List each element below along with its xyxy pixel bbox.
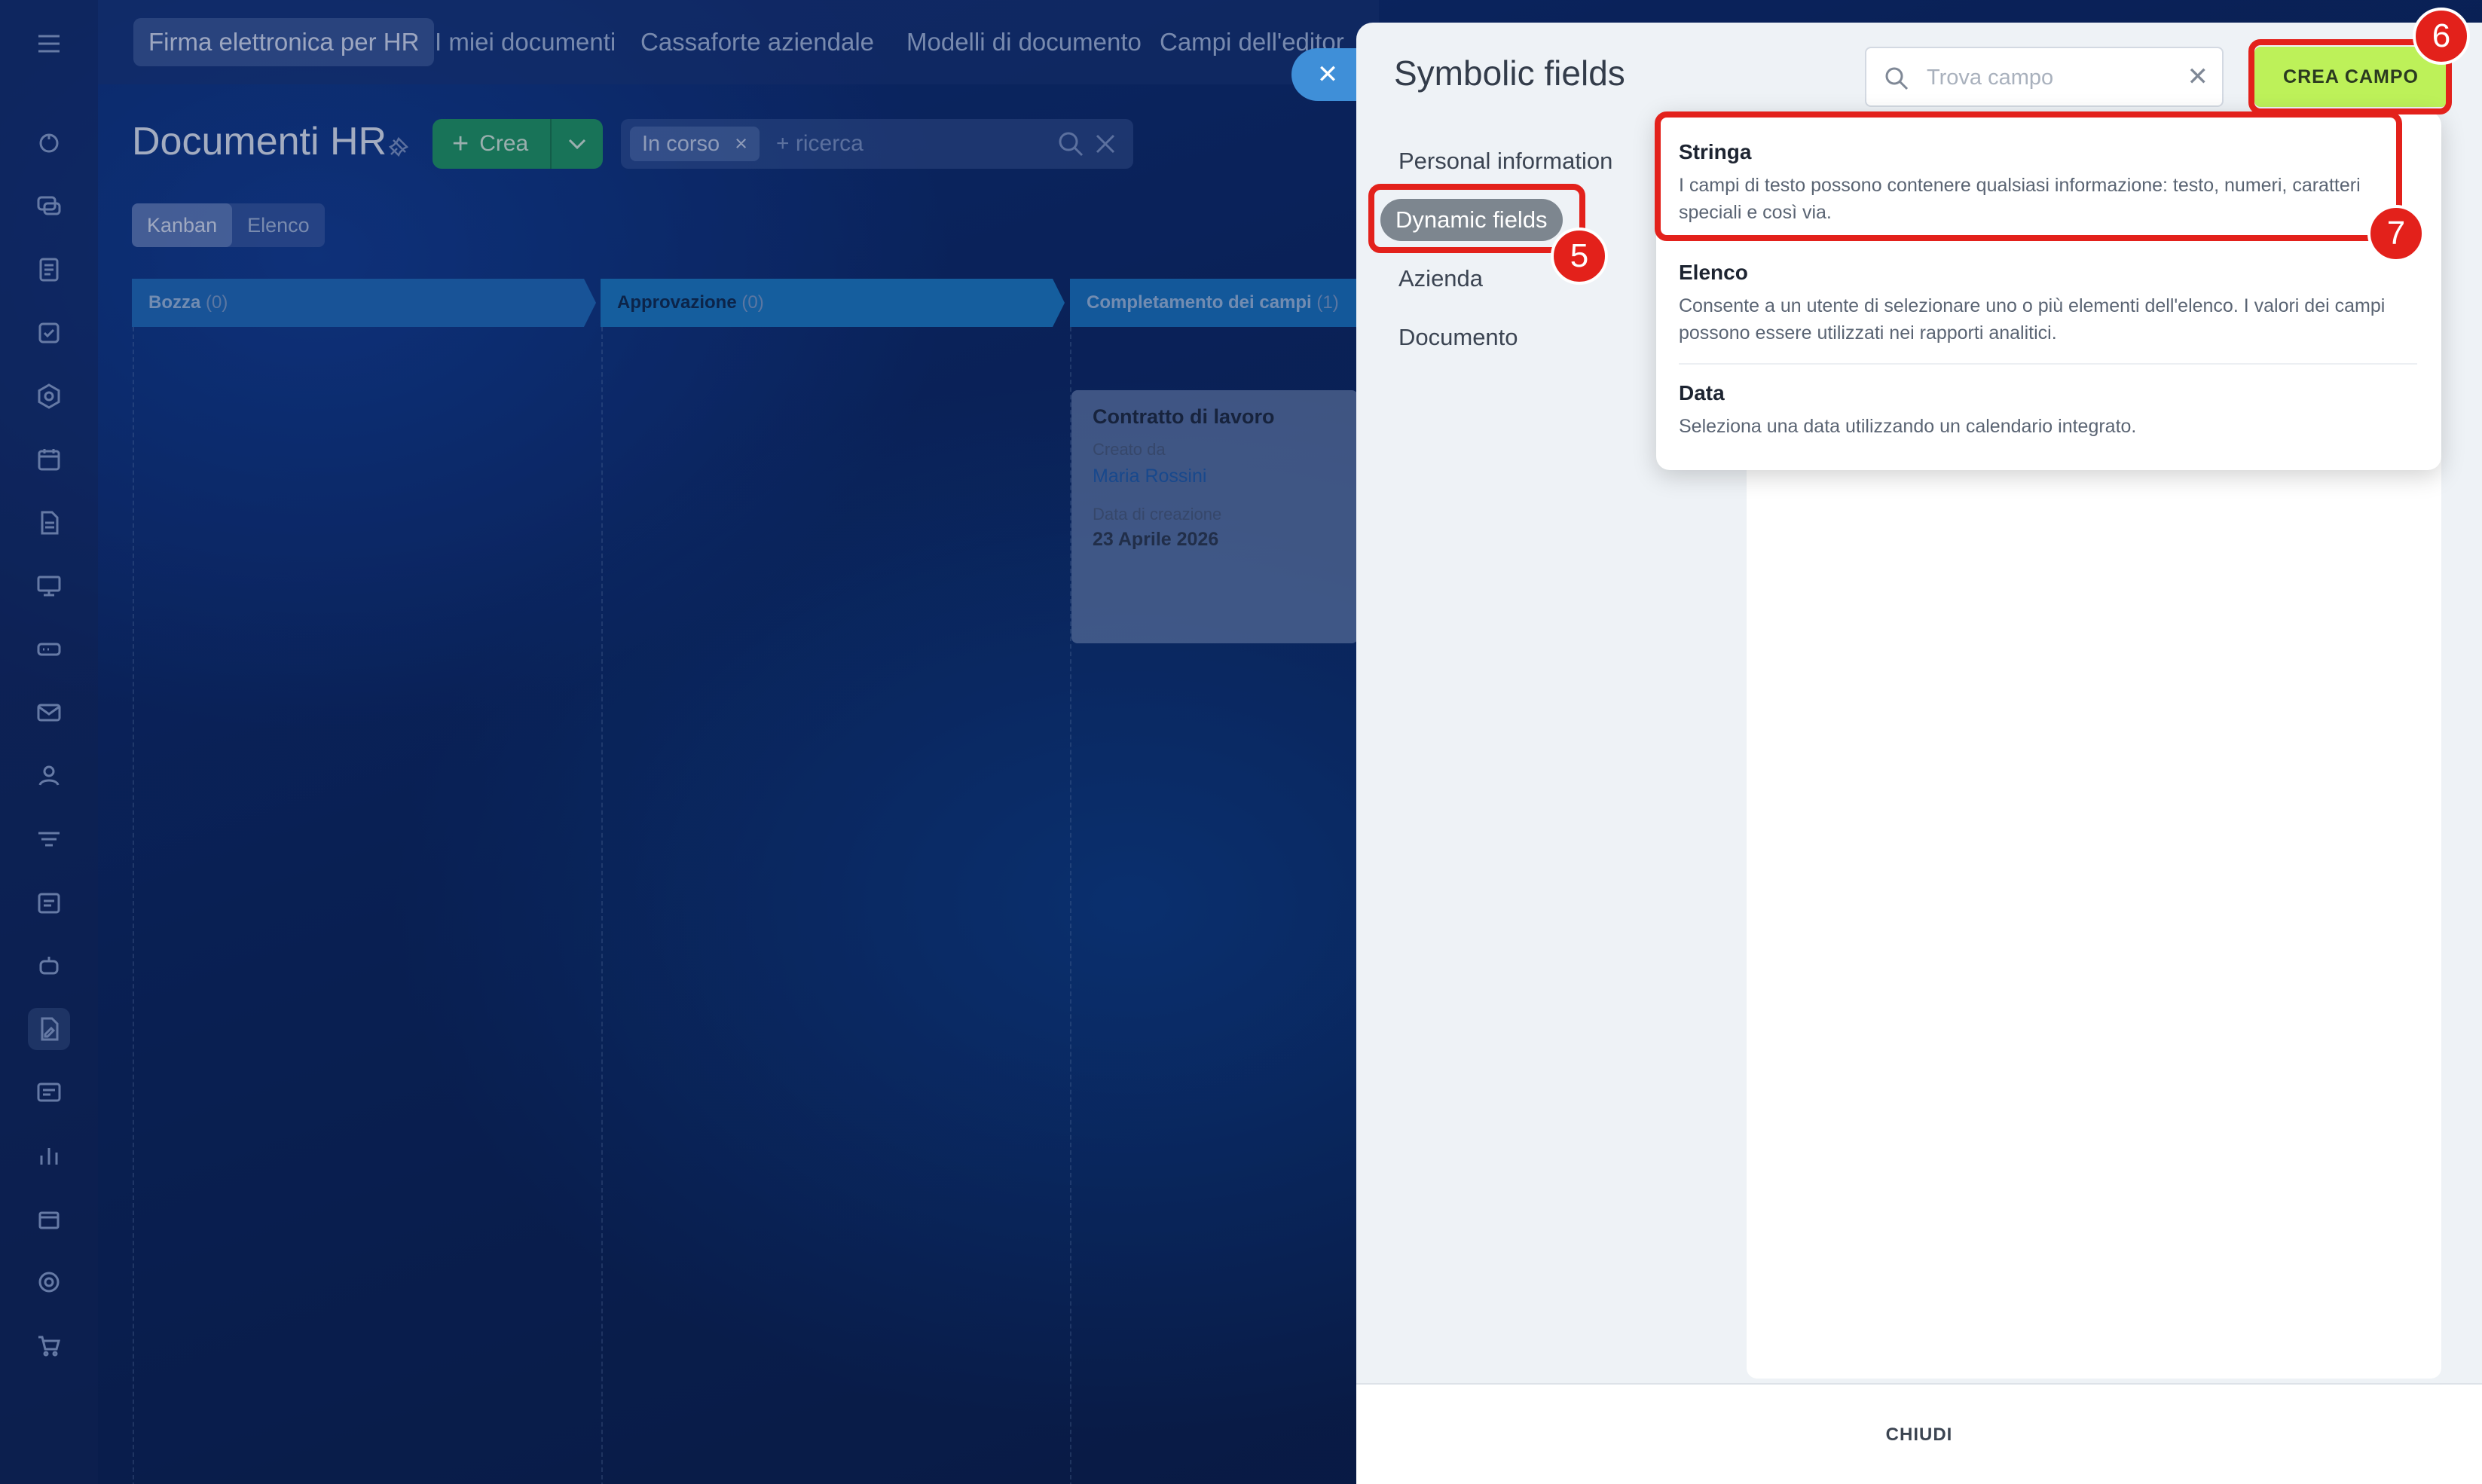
clear-search-icon[interactable]: ✕ <box>2187 62 2209 92</box>
category-personal-information[interactable]: Personal information <box>1398 148 1612 175</box>
step-badge-5: 5 <box>1551 227 1608 285</box>
field-type-name: Elenco <box>1679 261 1748 284</box>
step-badge-6: 6 <box>2413 8 2470 65</box>
close-panel-button[interactable]: CHIUDI <box>1356 1385 2482 1484</box>
field-search: ✕ <box>1865 47 2224 107</box>
field-search-input[interactable] <box>1927 56 2168 99</box>
field-type-list[interactable]: Elenco Consente a un utente di seleziona… <box>1679 261 2417 347</box>
dropdown-divider <box>1679 363 2417 365</box>
field-type-description: Seleziona una data utilizzando un calend… <box>1679 416 2137 437</box>
close-icon: ✕ <box>1316 60 1339 89</box>
category-company[interactable]: Azienda <box>1398 265 1483 292</box>
close-slider-button[interactable]: ✕ <box>1291 48 1364 101</box>
field-type-description: Consente a un utente di selezionare uno … <box>1679 295 2386 344</box>
panel-footer: CHIUDI <box>1356 1383 2482 1484</box>
search-icon <box>1885 67 1909 90</box>
panel-title: Symbolic fields <box>1394 53 1625 93</box>
step-badge-7: 7 <box>2367 205 2425 262</box>
field-type-date[interactable]: Data Seleziona una data utilizzando un c… <box>1679 381 2417 440</box>
fields-content-area <box>1747 444 2441 1379</box>
field-type-name: Data <box>1679 381 1725 405</box>
highlight-dynamic-fields <box>1368 184 1585 253</box>
category-document[interactable]: Documento <box>1398 324 1518 351</box>
highlight-string-option <box>1655 111 2402 241</box>
